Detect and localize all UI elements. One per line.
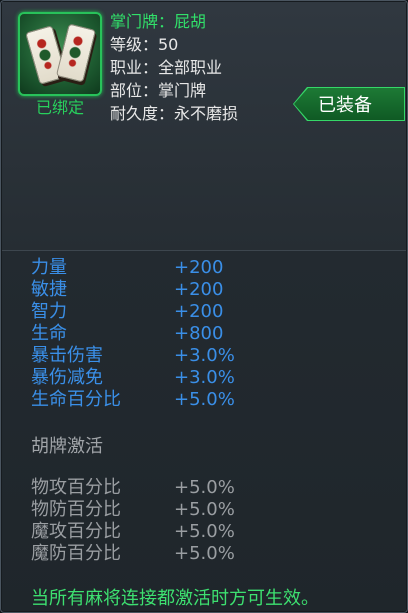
item-level: 等级：50 xyxy=(110,35,179,54)
stat-value: +5.0% xyxy=(174,499,235,520)
item-class: 职业：全部职业 xyxy=(110,58,223,77)
stat-label: 力量 xyxy=(31,257,67,278)
stat-label: 生命百分比 xyxy=(31,389,121,410)
stat-label: 智力 xyxy=(31,301,67,322)
stat-label: 物攻百分比 xyxy=(31,477,121,498)
equipped-badge-label: 已装备 xyxy=(318,95,372,116)
equipped-badge: 已装备 xyxy=(293,87,405,121)
stat-label: 敏捷 xyxy=(31,279,67,300)
item-info: 掌门牌：屁胡 等级：50 职业：全部职业 部位：掌门牌 耐久度：永不磨损 xyxy=(110,10,238,125)
mahjong-tiles-icon[interactable] xyxy=(18,12,102,96)
hupai-section-title: 胡牌激活 xyxy=(31,436,103,457)
stat-value: +200 xyxy=(174,257,224,278)
item-slot: 部位：掌门牌 xyxy=(110,81,207,100)
item-header: 已绑定 掌门牌：屁胡 等级：50 职业：全部职业 部位：掌门牌 耐久度：永不磨损… xyxy=(2,2,406,251)
stat-label: 暴伤减免 xyxy=(31,367,103,388)
activation-notice: 当所有麻将连接都激活时方可生效。 xyxy=(31,588,319,609)
stat-value: +3.0% xyxy=(174,345,235,366)
stat-value: +800 xyxy=(174,323,224,344)
stat-label: 生命 xyxy=(31,323,67,344)
stat-value: +5.0% xyxy=(174,543,235,564)
bound-status-label: 已绑定 xyxy=(35,98,84,117)
stat-label: 魔防百分比 xyxy=(31,543,121,564)
item-durability: 耐久度：永不磨损 xyxy=(110,104,239,123)
mahjong-tile-right xyxy=(55,23,97,83)
stat-value: +5.0% xyxy=(174,477,235,498)
stat-value: +5.0% xyxy=(174,389,235,410)
item-name: 掌门牌：屁胡 xyxy=(110,12,207,31)
item-tooltip-panel: 已绑定 掌门牌：屁胡 等级：50 职业：全部职业 部位：掌门牌 耐久度：永不磨损… xyxy=(0,0,408,613)
stat-label: 暴击伤害 xyxy=(31,345,103,366)
stat-value: +200 xyxy=(174,279,224,300)
stat-value: +200 xyxy=(174,301,224,322)
stat-value: +5.0% xyxy=(174,521,235,542)
stat-label: 魔攻百分比 xyxy=(31,521,121,542)
stat-label: 物防百分比 xyxy=(31,499,121,520)
stat-value: +3.0% xyxy=(174,367,235,388)
